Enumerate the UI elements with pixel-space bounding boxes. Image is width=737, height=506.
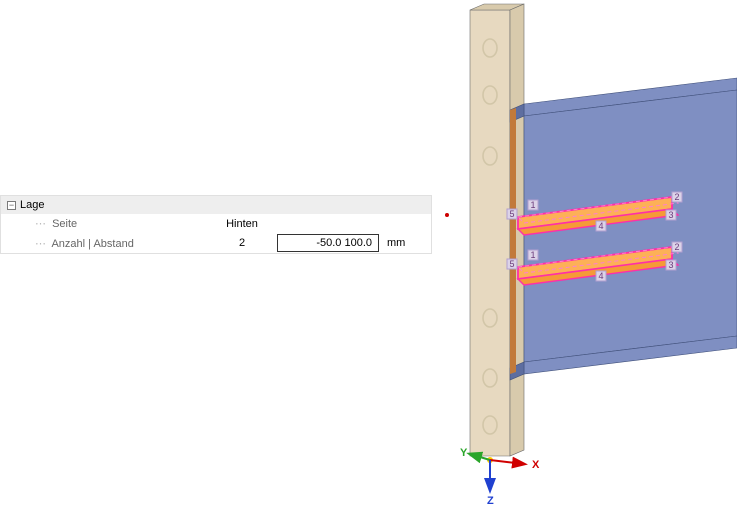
svg-text:5: 5 xyxy=(509,209,514,219)
group-header-lage[interactable]: − Lage xyxy=(1,196,431,214)
model-viewport[interactable]: 5 1 2 4 3 5 1 xyxy=(432,0,737,506)
node-marker: 2 xyxy=(672,242,682,252)
svg-text:4: 4 xyxy=(598,271,603,281)
node-marker: 3 xyxy=(666,260,676,270)
x-axis-label: X xyxy=(532,459,540,471)
svg-text:1: 1 xyxy=(530,200,535,210)
svg-text:5: 5 xyxy=(509,259,514,269)
property-value-seite[interactable]: Hinten xyxy=(209,215,275,233)
node-marker: 5 xyxy=(507,259,517,269)
property-value-count[interactable]: 2 xyxy=(209,234,275,252)
collapse-toggle-icon[interactable]: − xyxy=(7,201,16,210)
tree-branch-icon: ⋯ xyxy=(35,238,45,250)
z-axis-label: Z xyxy=(487,495,494,506)
property-input-distance[interactable] xyxy=(277,234,379,252)
weld-strip xyxy=(510,108,516,374)
svg-text:1: 1 xyxy=(530,250,535,260)
property-label: Anzahl | Abstand xyxy=(51,238,133,250)
node-marker: 1 xyxy=(528,200,538,210)
svg-text:2: 2 xyxy=(674,242,679,252)
y-axis-label: Y xyxy=(460,447,468,459)
property-unit xyxy=(381,221,393,227)
node-marker: 5 xyxy=(507,209,517,219)
x-axis-arrow-icon xyxy=(490,460,524,464)
svg-text:3: 3 xyxy=(668,260,673,270)
svg-text:4: 4 xyxy=(598,221,603,231)
node-marker: 3 xyxy=(666,210,676,220)
group-label: Lage xyxy=(20,199,44,211)
end-plate xyxy=(470,10,510,456)
svg-text:2: 2 xyxy=(674,192,679,202)
node-marker: 4 xyxy=(596,221,606,231)
tree-branch-icon: ⋯ xyxy=(35,218,45,230)
node-marker: 4 xyxy=(596,271,606,281)
node-marker: 1 xyxy=(528,250,538,260)
node-marker: 2 xyxy=(672,192,682,202)
property-label: Seite xyxy=(52,218,77,230)
property-row-seite: ⋯ Seite Hinten xyxy=(1,214,431,233)
property-row-anzahl-abstand: ⋯ Anzahl | Abstand 2 mm xyxy=(1,233,431,253)
svg-text:3: 3 xyxy=(668,210,673,220)
properties-panel: − Lage ⋯ Seite Hinten ⋯ Anzahl | Abstand… xyxy=(0,195,432,254)
property-unit: mm xyxy=(381,234,411,252)
